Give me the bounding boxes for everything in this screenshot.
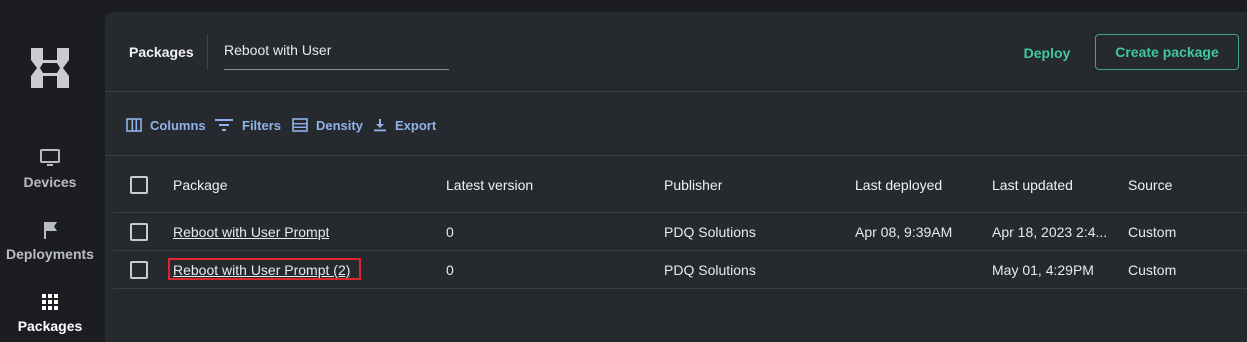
publisher: PDQ Solutions [664, 262, 756, 278]
column-header-package[interactable]: Package [173, 177, 227, 193]
source: Custom [1128, 262, 1177, 278]
source: Custom [1128, 224, 1177, 240]
package-link[interactable]: Reboot with User Prompt (2) [173, 262, 350, 278]
package-link[interactable]: Reboot with User Prompt [173, 224, 329, 240]
filters-label: Filters [242, 117, 282, 133]
columns-label: Columns [150, 117, 206, 133]
column-header-publisher[interactable]: Publisher [664, 177, 722, 193]
latest-version: 0 [446, 224, 454, 240]
sidebar-item-deployments[interactable]: Deployments [0, 220, 100, 262]
density-icon [292, 118, 308, 132]
main-panel: Packages Reboot with User Deploy Create … [105, 12, 1247, 342]
hex-logo-icon[interactable] [29, 46, 71, 90]
latest-version: 0 [446, 262, 454, 278]
flag-icon [44, 222, 57, 239]
row-checkbox[interactable] [130, 223, 148, 241]
filter-icon [215, 119, 233, 131]
density-label: Density [316, 117, 363, 133]
sidebar-item-label: Devices [23, 174, 77, 190]
column-header-last-deployed[interactable]: Last deployed [855, 177, 942, 193]
columns-button[interactable]: Columns [126, 116, 206, 134]
column-header-source[interactable]: Source [1128, 177, 1172, 193]
columns-icon [126, 118, 142, 132]
grid-icon [42, 294, 58, 310]
search-input[interactable]: Reboot with User [224, 35, 449, 70]
publisher: PDQ Solutions [664, 224, 756, 240]
density-button[interactable]: Density [292, 116, 363, 134]
header-divider [207, 34, 208, 70]
row-checkbox[interactable] [130, 261, 148, 279]
table-row[interactable]: Reboot with User Prompt (2) 0 PDQ Soluti… [113, 251, 1247, 289]
column-header-last-updated[interactable]: Last updated [992, 177, 1073, 193]
select-all-checkbox[interactable] [130, 176, 148, 194]
export-label: Export [395, 117, 437, 133]
sidebar-item-packages[interactable]: Packages [0, 292, 100, 334]
last-updated: May 01, 4:29PM [992, 262, 1094, 278]
last-deployed: Apr 08, 9:39AM [855, 224, 953, 240]
sidebar-item-devices[interactable]: Devices [0, 148, 100, 190]
table-toolbar: Columns Filters Density Export [105, 93, 1247, 156]
table-header-row: Package Latest version Publisher Last de… [113, 157, 1247, 213]
page-title: Packages [129, 44, 194, 60]
create-package-button[interactable]: Create package [1095, 34, 1239, 70]
column-header-latest-version[interactable]: Latest version [446, 177, 533, 193]
sidebar-item-label: Packages [17, 318, 83, 334]
last-updated: Apr 18, 2023 2:4... [992, 224, 1108, 240]
page-header: Packages Reboot with User Deploy Create … [105, 12, 1247, 92]
table-row[interactable]: Reboot with User Prompt 0 PDQ Solutions … [113, 213, 1247, 251]
filters-button[interactable]: Filters [214, 116, 281, 134]
monitor-icon [40, 149, 60, 166]
download-icon [374, 119, 386, 132]
deploy-button[interactable]: Deploy [1012, 40, 1082, 66]
export-button[interactable]: Export [373, 116, 436, 134]
sidebar-item-label: Deployments [6, 246, 94, 262]
sidebar: Devices Deployments Packages [0, 0, 100, 342]
